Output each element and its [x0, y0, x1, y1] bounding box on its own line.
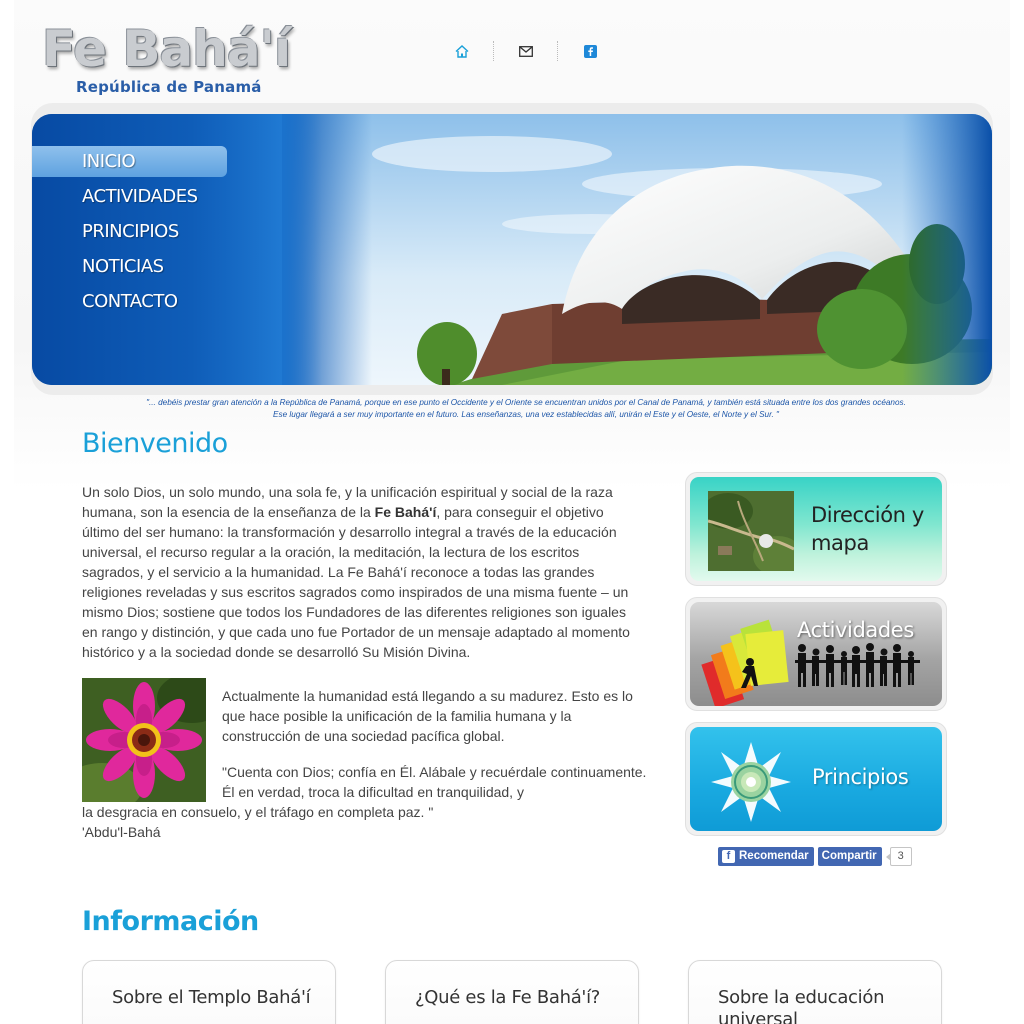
activities-promo-button[interactable]: Actividades — [685, 597, 947, 711]
intro-paragraph: Un solo Dios, un solo mundo, una sola fe… — [82, 482, 642, 662]
info-heading: Información — [82, 906, 259, 937]
maturity-paragraph: Actualmente la humanidad está llegando a… — [222, 688, 633, 744]
facebook-share-button[interactable]: Compartir — [817, 846, 882, 866]
nav-item-noticias[interactable]: NOTICIAS — [32, 251, 232, 286]
map-promo-label: Dirección y mapa — [811, 503, 924, 555]
info-card-education[interactable]: Sobre la educación universal — [688, 960, 942, 1024]
nav-item-inicio[interactable]: INICIO — [32, 146, 227, 177]
nine-pointed-star-icon — [711, 742, 791, 822]
info-card-faith[interactable]: ¿Qué es la Fe Bahá'í? — [385, 960, 639, 1024]
facebook-social-bar: f Recomendar Compartir 3 — [718, 846, 912, 866]
info-card-temple[interactable]: Sobre el Templo Bahá'í — [82, 960, 336, 1024]
aerial-map-image — [708, 491, 794, 571]
quote-paragraph-end: la desgracia en consuelo, y el tráfago e… — [82, 804, 434, 820]
logo-title: Fe Bahá'í — [42, 20, 291, 78]
mail-icon[interactable] — [494, 41, 558, 61]
logo-subtitle: República de Panamá — [76, 78, 262, 96]
nav-item-contacto[interactable]: CONTACTO — [32, 286, 232, 321]
banner-quote-line-1: "... debéis prestar gran atención a la R… — [146, 398, 906, 407]
info-card-title: Sobre el Templo Bahá'í — [112, 987, 311, 1008]
map-promo-button[interactable]: Dirección y mapa — [685, 472, 947, 586]
banner-quote: "... debéis prestar gran atención a la R… — [32, 397, 1020, 421]
principles-promo-panel: Principios — [690, 727, 942, 831]
quote-author: 'Abdu'l-Bahá — [82, 824, 161, 840]
info-card-title: Sobre la educación universal — [718, 987, 885, 1024]
nav-item-principios[interactable]: PRINCIPIOS — [32, 216, 232, 251]
banner-quote-line-2: Ese lugar llegará a ser muy importante e… — [273, 410, 779, 419]
share-label: Compartir — [821, 850, 877, 862]
share-count: 3 — [885, 846, 912, 866]
flower-image — [82, 678, 206, 802]
info-card-title: ¿Qué es la Fe Bahá'í? — [415, 987, 601, 1008]
principles-promo-button[interactable]: Principios — [685, 722, 947, 836]
facebook-recommend-button[interactable]: f Recomendar — [718, 846, 814, 866]
recommend-label: Recomendar — [739, 850, 809, 862]
site-logo[interactable]: Fe Bahá'í República de Panamá — [42, 20, 292, 100]
facebook-f-icon: f — [722, 849, 735, 863]
activities-promo-panel: Actividades — [690, 602, 942, 706]
facebook-icon[interactable] — [558, 41, 622, 61]
intro-text-end: , para conseguir el objetivo último del … — [82, 504, 630, 660]
principles-promo-label: Principios — [812, 765, 909, 789]
intro-bold-faith: Fe Bahá'í — [374, 504, 437, 520]
welcome-heading: Bienvenido — [82, 428, 228, 459]
quote-paragraph: "Cuenta con Dios; confía en Él. Alábale … — [222, 764, 647, 800]
main-nav: INICIO ACTIVIDADES PRINCIPIOS NOTICIAS C… — [32, 146, 232, 321]
nav-item-actividades[interactable]: ACTIVIDADES — [32, 181, 232, 216]
header-icon-bar — [430, 40, 622, 62]
map-promo-panel: Dirección y mapa — [690, 477, 942, 581]
home-icon[interactable] — [430, 41, 494, 61]
activities-promo-label: Actividades — [797, 618, 914, 642]
